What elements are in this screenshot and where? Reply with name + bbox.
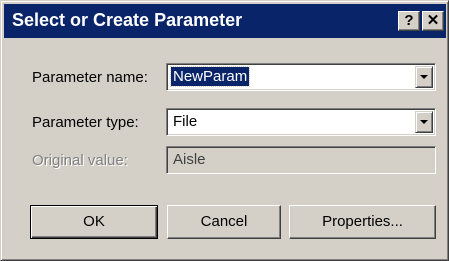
ok-button[interactable]: OK: [30, 205, 158, 239]
window-title: Select or Create Parameter: [12, 10, 243, 30]
help-button[interactable]: ?: [398, 11, 420, 31]
cancel-button[interactable]: Cancel: [167, 205, 281, 239]
parameter-type-value[interactable]: File: [173, 113, 197, 130]
select-create-parameter-dialog: Select or Create Parameter ? ✕ Parameter…: [0, 0, 449, 261]
close-button[interactable]: ✕: [422, 11, 444, 31]
parameter-name-label: Parameter name:: [32, 69, 148, 86]
chevron-down-icon: [420, 120, 428, 124]
original-value-field: Aisle: [166, 146, 436, 174]
original-value-label: Original value:: [32, 152, 128, 169]
parameter-type-dropdown-button[interactable]: [415, 111, 433, 133]
original-value-text: Aisle: [173, 151, 206, 168]
title-bar[interactable]: Select or Create Parameter ? ✕: [4, 4, 446, 38]
properties-button[interactable]: Properties...: [289, 205, 436, 239]
parameter-name-value[interactable]: NewParam: [169, 66, 251, 87]
chevron-down-icon: [420, 75, 428, 79]
parameter-name-combobox[interactable]: NewParam: [166, 63, 436, 91]
parameter-type-combobox[interactable]: File: [166, 108, 436, 136]
parameter-type-label: Parameter type:: [32, 114, 139, 131]
parameter-name-dropdown-button[interactable]: [415, 66, 433, 88]
